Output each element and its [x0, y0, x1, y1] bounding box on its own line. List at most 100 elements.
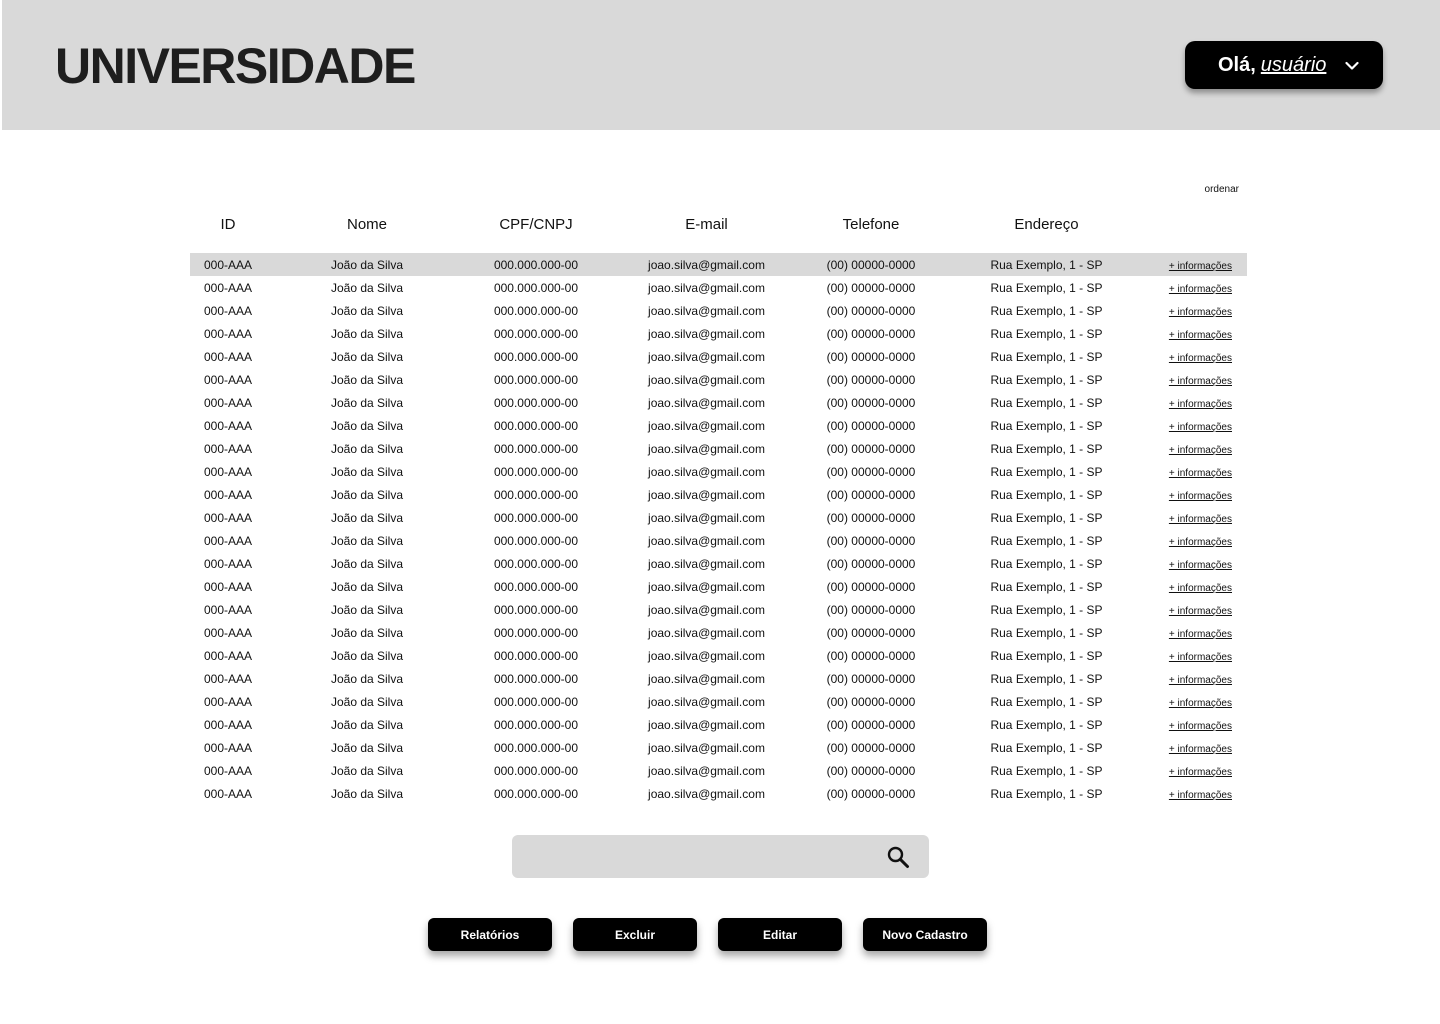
cell-email: joao.silva@gmail.com	[648, 533, 765, 548]
cell-nome: João da Silva	[330, 602, 404, 617]
more-info-link[interactable]: + informações	[1169, 583, 1232, 594]
more-info-link[interactable]: + informações	[1169, 514, 1232, 525]
more-info-link[interactable]: + informações	[1169, 307, 1232, 318]
table-row[interactable]: 000-AAA João da Silva 000.000.000-00 joao.s…	[190, 690, 1247, 713]
table-row[interactable]: 000-AAA João da Silva 000.000.000-00 joao.s…	[190, 299, 1247, 322]
table-row[interactable]: 000-AAA João da Silva 000.000.000-00 joao.s…	[190, 437, 1247, 460]
table-row[interactable]: 000-AAA João da Silva 000.000.000-00 joao.s…	[190, 575, 1247, 598]
more-info-link[interactable]: + informações	[1169, 468, 1232, 479]
table-row[interactable]: 000-AAA João da Silva 000.000.000-00 joao.s…	[190, 713, 1247, 736]
cell-email: joao.silva@gmail.com	[648, 418, 765, 433]
table-row[interactable]: 000-AAA João da Silva 000.000.000-00 joao.s…	[190, 552, 1247, 575]
cell-id: 000-AAA	[203, 510, 253, 525]
cell-nome: João da Silva	[330, 717, 404, 732]
table-row[interactable]: 000-AAA João da Silva 000.000.000-00 joao.s…	[190, 782, 1247, 805]
table-row[interactable]: 000-AAA João da Silva 000.000.000-00 joao.s…	[190, 621, 1247, 644]
table-row[interactable]: 000-AAA João da Silva 000.000.000-00 joao.s…	[190, 667, 1247, 690]
more-info-link[interactable]: + informações	[1169, 744, 1232, 755]
table-row[interactable]: 000-AAA João da Silva 000.000.000-00 joao.s…	[190, 759, 1247, 782]
more-info-link[interactable]: + informações	[1169, 491, 1232, 502]
cell-telefone: (00) 00000-0000	[826, 763, 916, 778]
table-row[interactable]: 000-AAA João da Silva 000.000.000-00 joao.s…	[190, 368, 1247, 391]
more-info-link[interactable]: + informações	[1169, 652, 1232, 663]
table-row[interactable]: 000-AAA João da Silva 000.000.000-00 joao.s…	[190, 322, 1247, 345]
more-info-link[interactable]: + informações	[1169, 330, 1232, 341]
cell-nome: João da Silva	[330, 510, 404, 525]
table-row[interactable]: 000-AAA João da Silva 000.000.000-00 joao.s…	[190, 414, 1247, 437]
column-header-endereco[interactable]: Endereço	[933, 216, 1160, 233]
cell-id: 000-AAA	[203, 579, 253, 594]
cell-id: 000-AAA	[203, 556, 253, 571]
more-info-link[interactable]: + informações	[1169, 445, 1232, 456]
cell-nome: João da Silva	[330, 349, 404, 364]
cell-more: + informações	[1160, 465, 1240, 479]
column-header-telefone[interactable]: Telefone	[809, 216, 933, 233]
cell-telefone: (00) 00000-0000	[826, 579, 916, 594]
more-info-link[interactable]: + informações	[1169, 399, 1232, 410]
table-row[interactable]: 000-AAA João da Silva 000.000.000-00 joao.s…	[190, 460, 1247, 483]
cell-cpf: 000.000.000-00	[493, 280, 579, 295]
table-row[interactable]: 000-AAA João da Silva 000.000.000-00 joao.s…	[190, 529, 1247, 552]
cell-id: 000-AAA	[203, 349, 253, 364]
cell-id: 000-AAA	[203, 786, 253, 801]
cell-cpf: 000.000.000-00	[493, 556, 579, 571]
cell-endereco: Rua Exemplo, 1 - SP	[990, 648, 1103, 663]
table-row[interactable]: 000-AAA João da Silva 000.000.000-00 joao.s…	[190, 391, 1247, 414]
more-info-link[interactable]: + informações	[1169, 606, 1232, 617]
cell-endereco: Rua Exemplo, 1 - SP	[990, 625, 1103, 640]
delete-button[interactable]: Excluir	[573, 918, 697, 951]
more-info-link[interactable]: + informações	[1169, 537, 1232, 548]
column-header-nome[interactable]: Nome	[266, 216, 468, 233]
cell-cpf: 000.000.000-00	[493, 372, 579, 387]
more-info-link[interactable]: + informações	[1169, 675, 1232, 686]
more-info-link[interactable]: + informações	[1169, 376, 1232, 387]
cell-nome: João da Silva	[330, 418, 404, 433]
cell-id: 000-AAA	[203, 625, 253, 640]
more-info-link[interactable]: + informações	[1169, 767, 1232, 778]
sort-button[interactable]: ordenar	[1190, 184, 1239, 195]
column-header-email[interactable]: E-mail	[604, 216, 809, 233]
new-record-button[interactable]: Novo Cadastro	[863, 918, 987, 951]
user-menu-button[interactable]: Olá, usuário	[1185, 41, 1383, 89]
cell-more: + informações	[1160, 626, 1240, 640]
more-info-link[interactable]: + informações	[1169, 284, 1232, 295]
more-info-link[interactable]: + informações	[1169, 261, 1232, 272]
search-icon[interactable]	[886, 845, 910, 869]
table-row[interactable]: 000-AAA João da Silva 000.000.000-00 joao.s…	[190, 736, 1247, 759]
column-header-cpf[interactable]: CPF/CNPJ	[468, 216, 604, 233]
more-info-link[interactable]: + informações	[1169, 698, 1232, 709]
cell-endereco: Rua Exemplo, 1 - SP	[990, 326, 1103, 341]
search-input[interactable]	[524, 835, 878, 880]
cell-nome: João da Silva	[330, 464, 404, 479]
table-row[interactable]: 000-AAA João da Silva 000.000.000-00 joao.s…	[190, 253, 1247, 276]
search-bar	[512, 835, 929, 880]
cell-email: joao.silva@gmail.com	[648, 717, 765, 732]
more-info-link[interactable]: + informações	[1169, 629, 1232, 640]
cell-more: + informações	[1160, 511, 1240, 525]
cell-endereco: Rua Exemplo, 1 - SP	[990, 372, 1103, 387]
table-row[interactable]: 000-AAA João da Silva 000.000.000-00 joao.s…	[190, 345, 1247, 368]
edit-button[interactable]: Editar	[718, 918, 842, 951]
reports-button[interactable]: Relatórios	[428, 918, 552, 951]
more-info-link[interactable]: + informações	[1169, 790, 1232, 801]
cell-more: + informações	[1160, 396, 1240, 410]
more-info-link[interactable]: + informações	[1169, 560, 1232, 571]
cell-more: + informações	[1160, 787, 1240, 801]
table-row[interactable]: 000-AAA João da Silva 000.000.000-00 joao.s…	[190, 598, 1247, 621]
cell-id: 000-AAA	[203, 763, 253, 778]
cell-more: + informações	[1160, 603, 1240, 617]
more-info-link[interactable]: + informações	[1169, 422, 1232, 433]
cell-nome: João da Silva	[330, 786, 404, 801]
cell-endereco: Rua Exemplo, 1 - SP	[990, 694, 1103, 709]
cell-id: 000-AAA	[203, 418, 253, 433]
column-header-id[interactable]: ID	[190, 216, 266, 233]
more-info-link[interactable]: + informações	[1169, 353, 1232, 364]
cell-endereco: Rua Exemplo, 1 - SP	[990, 280, 1103, 295]
table-row[interactable]: 000-AAA João da Silva 000.000.000-00 joao.s…	[190, 483, 1247, 506]
table-row[interactable]: 000-AAA João da Silva 000.000.000-00 joao.s…	[190, 276, 1247, 299]
cell-telefone: (00) 00000-0000	[826, 786, 916, 801]
table-row[interactable]: 000-AAA João da Silva 000.000.000-00 joao.s…	[190, 644, 1247, 667]
cell-more: + informações	[1160, 672, 1240, 686]
table-row[interactable]: 000-AAA João da Silva 000.000.000-00 joao.s…	[190, 506, 1247, 529]
more-info-link[interactable]: + informações	[1169, 721, 1232, 732]
